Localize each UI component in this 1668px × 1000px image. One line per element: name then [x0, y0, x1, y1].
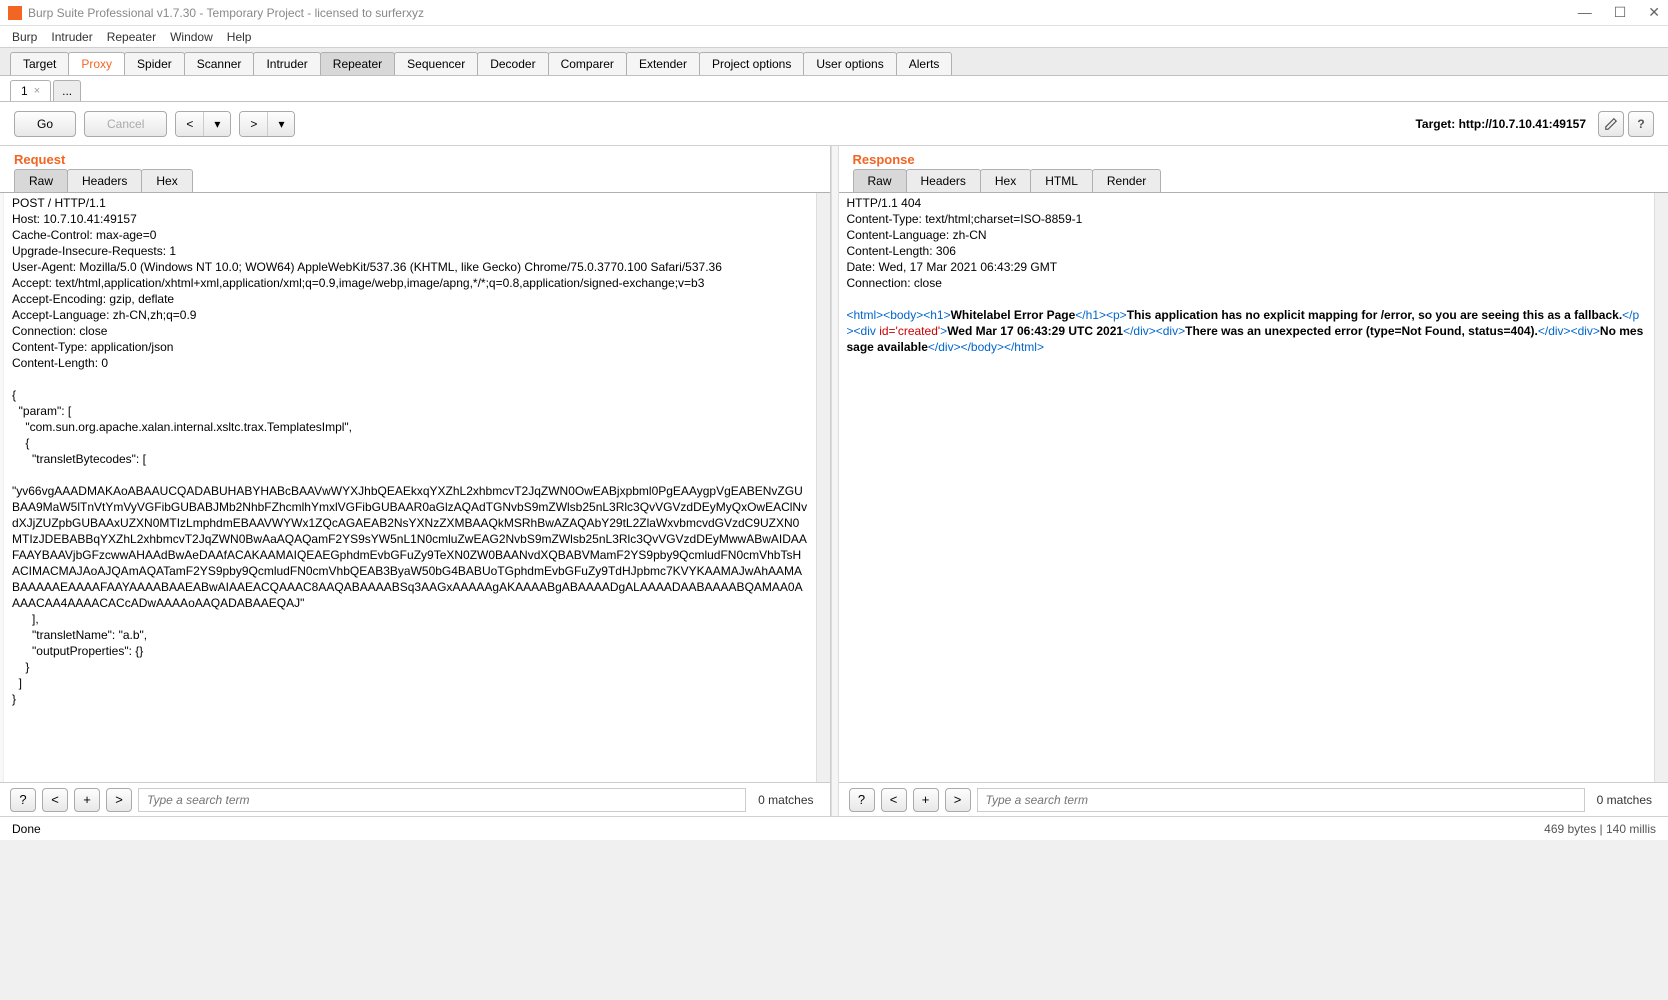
tab-sequencer[interactable]: Sequencer [394, 52, 478, 75]
response-pane: Response Raw Headers Hex HTML Render HTT… [839, 146, 1668, 816]
tab-proxy[interactable]: Proxy [68, 52, 125, 75]
menu-intruder[interactable]: Intruder [51, 30, 92, 44]
search-next-button[interactable]: > [106, 788, 132, 812]
close-button[interactable]: ✕ [1648, 4, 1660, 21]
response-tab-html[interactable]: HTML [1030, 169, 1093, 192]
resp-search-next-button[interactable]: > [945, 788, 971, 812]
request-tab-raw[interactable]: Raw [14, 169, 68, 192]
menu-help[interactable]: Help [227, 30, 252, 44]
menu-window[interactable]: Window [170, 30, 213, 44]
request-editor[interactable]: POST / HTTP/1.1 Host: 10.7.10.41:49157 C… [4, 193, 816, 782]
nav-back-group: < ▾ [175, 111, 231, 137]
request-tab-hex[interactable]: Hex [141, 169, 192, 192]
app-icon [8, 6, 22, 20]
nav-back-button[interactable]: < [176, 112, 204, 136]
go-button[interactable]: Go [14, 111, 76, 137]
tab-repeater[interactable]: Repeater [320, 52, 395, 75]
tab-alerts[interactable]: Alerts [896, 52, 953, 75]
resp-search-prev-button[interactable]: < [881, 788, 907, 812]
pencil-icon [1604, 117, 1618, 131]
subtab-1-label: 1 [21, 84, 28, 98]
search-prev-button[interactable]: < [42, 788, 68, 812]
tab-spider[interactable]: Spider [124, 52, 185, 75]
pane-divider[interactable] [831, 146, 839, 816]
tab-comparer[interactable]: Comparer [548, 52, 627, 75]
target-label: Target: http://10.7.10.41:49157 [1415, 117, 1586, 131]
titlebar: Burp Suite Professional v1.7.30 - Tempor… [0, 0, 1668, 26]
maximize-button[interactable]: ☐ [1614, 4, 1627, 21]
resp-search-help-button[interactable]: ? [849, 788, 875, 812]
response-tab-raw[interactable]: Raw [853, 169, 907, 192]
question-icon: ? [1637, 117, 1644, 131]
tab-scanner[interactable]: Scanner [184, 52, 255, 75]
search-add-button[interactable]: + [74, 788, 100, 812]
cancel-button[interactable]: Cancel [84, 111, 167, 137]
response-scrollbar[interactable] [1654, 193, 1668, 782]
nav-forward-menu[interactable]: ▾ [268, 112, 294, 136]
resp-search-add-button[interactable]: + [913, 788, 939, 812]
tab-user-options[interactable]: User options [803, 52, 896, 75]
repeater-subtabs: 1 × ... [0, 76, 1668, 102]
tab-intruder[interactable]: Intruder [253, 52, 320, 75]
edit-target-button[interactable] [1598, 111, 1624, 137]
response-tabs: Raw Headers Hex HTML Render [839, 169, 1668, 193]
menu-burp[interactable]: Burp [12, 30, 37, 44]
status-bytes: 469 bytes | 140 millis [1544, 822, 1656, 836]
request-title: Request [0, 146, 830, 169]
status-text: Done [12, 822, 1544, 836]
response-title: Response [839, 146, 1668, 169]
nav-forward-button[interactable]: > [240, 112, 268, 136]
statusbar: Done 469 bytes | 140 millis [0, 816, 1668, 840]
response-tab-hex[interactable]: Hex [980, 169, 1031, 192]
request-scrollbar[interactable] [816, 193, 830, 782]
search-help-button[interactable]: ? [10, 788, 36, 812]
tab-decoder[interactable]: Decoder [477, 52, 548, 75]
request-tab-headers[interactable]: Headers [67, 169, 142, 192]
main-tabs: Target Proxy Spider Scanner Intruder Rep… [0, 48, 1668, 76]
response-matches: 0 matches [1591, 793, 1658, 807]
help-button[interactable]: ? [1628, 111, 1654, 137]
menubar: Burp Intruder Repeater Window Help [0, 26, 1668, 48]
subtab-1[interactable]: 1 × [10, 80, 51, 101]
response-editor[interactable]: HTTP/1.1 404 Content-Type: text/html;cha… [839, 193, 1655, 782]
response-search-input[interactable] [977, 788, 1585, 812]
request-searchbar: ? < + > 0 matches [0, 782, 830, 816]
request-pane: Request Raw Headers Hex POST / HTTP/1.1 … [0, 146, 831, 816]
tab-target[interactable]: Target [10, 52, 69, 75]
nav-forward-group: > ▾ [239, 111, 295, 137]
response-tab-render[interactable]: Render [1092, 169, 1161, 192]
minimize-button[interactable]: — [1578, 4, 1592, 21]
window-title: Burp Suite Professional v1.7.30 - Tempor… [28, 6, 1578, 20]
nav-back-menu[interactable]: ▾ [204, 112, 230, 136]
request-search-input[interactable] [138, 788, 746, 812]
split-view: Request Raw Headers Hex POST / HTTP/1.1 … [0, 146, 1668, 816]
response-searchbar: ? < + > 0 matches [839, 782, 1668, 816]
subtab-more[interactable]: ... [53, 80, 81, 101]
response-tab-headers[interactable]: Headers [906, 169, 981, 192]
request-matches: 0 matches [752, 793, 819, 807]
menu-repeater[interactable]: Repeater [107, 30, 156, 44]
tab-project-options[interactable]: Project options [699, 52, 804, 75]
request-tabs: Raw Headers Hex [0, 169, 830, 193]
tab-extender[interactable]: Extender [626, 52, 700, 75]
close-icon[interactable]: × [34, 85, 40, 97]
repeater-toolbar: Go Cancel < ▾ > ▾ Target: http://10.7.10… [0, 102, 1668, 146]
